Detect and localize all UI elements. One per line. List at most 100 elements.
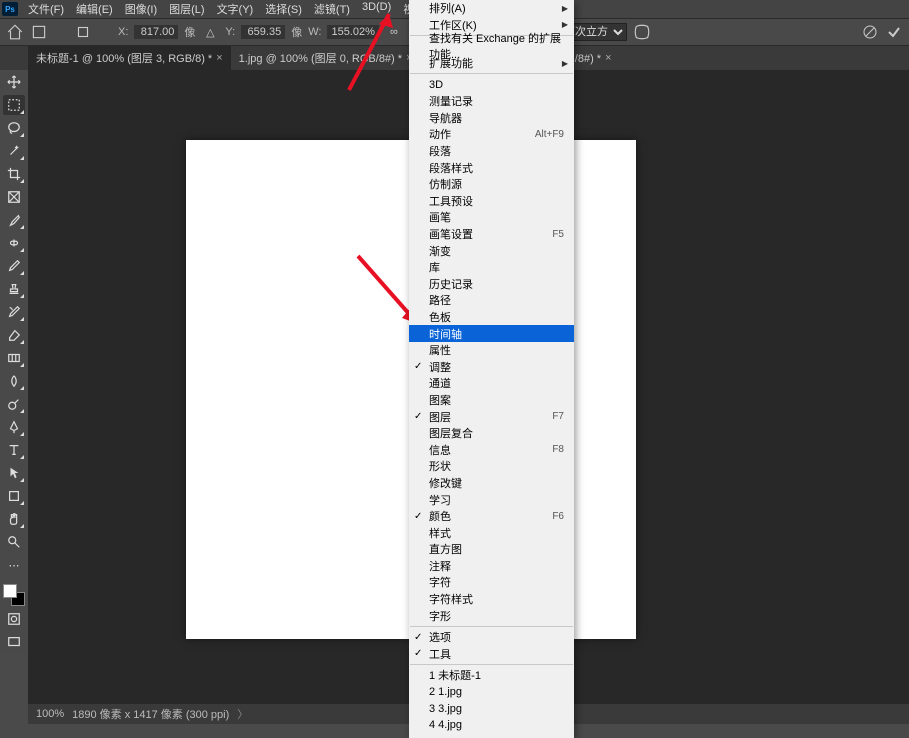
color-swatches[interactable] xyxy=(3,584,25,606)
menu-item[interactable]: 样式 xyxy=(409,524,574,541)
menu-item[interactable]: 注释 xyxy=(409,558,574,575)
menu-item[interactable]: 字符样式 xyxy=(409,591,574,608)
pen-tool-icon[interactable] xyxy=(3,417,25,437)
screenmode-icon[interactable] xyxy=(3,632,25,652)
menu-文字[interactable]: 文字(Y) xyxy=(211,0,260,19)
shape-tool-icon[interactable] xyxy=(3,486,25,506)
menu-item[interactable]: 直方图 xyxy=(409,541,574,558)
link-icon[interactable]: ∞ xyxy=(385,23,403,41)
history-brush-tool-icon[interactable] xyxy=(3,302,25,322)
menu-item[interactable]: 色板 xyxy=(409,309,574,326)
lasso-tool-icon[interactable] xyxy=(3,118,25,138)
menu-图层[interactable]: 图层(L) xyxy=(163,0,210,19)
y-field[interactable]: 659.35 xyxy=(241,25,285,39)
menu-item[interactable]: 属性 xyxy=(409,342,574,359)
move-tool-icon[interactable] xyxy=(3,72,25,92)
menu-item[interactable]: 时间轴 xyxy=(409,325,574,342)
x-field[interactable]: 817.00 xyxy=(134,25,178,39)
delta-icon[interactable]: △ xyxy=(201,23,219,41)
quickmask-icon[interactable] xyxy=(3,609,25,629)
menu-item[interactable]: ✓调整 xyxy=(409,358,574,375)
hand-tool-icon[interactable] xyxy=(3,509,25,529)
dodge-tool-icon[interactable] xyxy=(3,394,25,414)
stamp-tool-icon[interactable] xyxy=(3,279,25,299)
menu-item-label: 3 3.jpg xyxy=(429,703,462,715)
crop-tool-icon[interactable] xyxy=(3,164,25,184)
menu-item[interactable]: 库 xyxy=(409,259,574,276)
menu-item[interactable]: 画笔 xyxy=(409,209,574,226)
menu-item[interactable]: 扩展功能 xyxy=(409,55,574,72)
chevron-right-icon[interactable]: 〉 xyxy=(237,706,248,722)
crop-icon[interactable] xyxy=(30,23,48,41)
type-tool-icon[interactable] xyxy=(3,440,25,460)
menu-item[interactable]: 信息F8 xyxy=(409,441,574,458)
brush-tool-icon[interactable] xyxy=(3,256,25,276)
zoom-tool-icon[interactable] xyxy=(3,532,25,552)
menu-item[interactable]: ✓工具 xyxy=(409,646,574,663)
menu-item[interactable]: 3 3.jpg xyxy=(409,700,574,717)
menu-item[interactable]: 画笔设置F5 xyxy=(409,226,574,243)
square-icon[interactable] xyxy=(74,23,92,41)
cancel-icon[interactable] xyxy=(861,23,879,41)
blur-tool-icon[interactable] xyxy=(3,371,25,391)
menu-item-label: 排列(A) xyxy=(429,0,466,16)
menu-item[interactable]: 排列(A) xyxy=(409,0,574,17)
marquee-tool-icon[interactable] xyxy=(3,95,25,115)
fg-swatch[interactable] xyxy=(3,584,17,598)
menu-文件[interactable]: 文件(F) xyxy=(22,0,70,19)
doc-info[interactable]: 1890 像素 x 1417 像素 (300 ppi) xyxy=(72,706,229,722)
menu-图像[interactable]: 图像(I) xyxy=(119,0,163,19)
menu-item[interactable]: 通道 xyxy=(409,375,574,392)
menu-item-label: 信息 xyxy=(429,442,451,458)
more-tools-icon[interactable]: ⋯ xyxy=(3,555,25,575)
menu-item[interactable]: 1 未标题-1 xyxy=(409,667,574,684)
menu-item[interactable]: ✓选项 xyxy=(409,629,574,646)
menu-item[interactable]: ✓颜色F6 xyxy=(409,508,574,525)
w-field[interactable]: 155.02% xyxy=(327,25,378,39)
menu-item[interactable]: 历史记录 xyxy=(409,276,574,293)
menu-item[interactable]: 段落 xyxy=(409,143,574,160)
menu-3D[interactable]: 3D(D) xyxy=(356,0,397,19)
menu-item[interactable]: 路径 xyxy=(409,292,574,309)
heal-tool-icon[interactable] xyxy=(3,233,25,253)
menu-item[interactable]: 导航器 xyxy=(409,110,574,127)
menu-item-label: 工具预设 xyxy=(429,193,473,209)
menu-item[interactable]: 测量记录 xyxy=(409,93,574,110)
eyedropper-tool-icon[interactable] xyxy=(3,210,25,230)
path-select-tool-icon[interactable] xyxy=(3,463,25,483)
menu-item[interactable]: 字符 xyxy=(409,574,574,591)
menu-item[interactable]: 工具预设 xyxy=(409,193,574,210)
commit-icon[interactable] xyxy=(885,23,903,41)
zoom-level[interactable]: 100% xyxy=(36,708,64,720)
eraser-tool-icon[interactable] xyxy=(3,325,25,345)
menu-item[interactable]: 动作Alt+F9 xyxy=(409,126,574,143)
wand-tool-icon[interactable] xyxy=(3,141,25,161)
document-tab[interactable]: 1.jpg @ 100% (图层 0, RGB/8#) *× xyxy=(231,46,421,70)
menu-item[interactable]: 段落样式 xyxy=(409,159,574,176)
menu-item[interactable]: 图层复合 xyxy=(409,425,574,442)
menu-item-label: 画笔 xyxy=(429,209,451,225)
warp-icon[interactable] xyxy=(633,23,651,41)
home-icon[interactable] xyxy=(6,23,24,41)
menu-滤镜[interactable]: 滤镜(T) xyxy=(308,0,356,19)
menu-item[interactable]: 图案 xyxy=(409,392,574,409)
menu-item-label: 注释 xyxy=(429,558,451,574)
menu-item[interactable]: 4 4.jpg xyxy=(409,717,574,734)
menu-item[interactable]: 渐变 xyxy=(409,242,574,259)
menu-item[interactable]: ✓图层F7 xyxy=(409,408,574,425)
menu-编辑[interactable]: 编辑(E) xyxy=(70,0,119,19)
menu-item[interactable]: 查找有关 Exchange 的扩展功能... xyxy=(409,38,574,55)
menu-item[interactable]: 3D xyxy=(409,76,574,93)
close-icon[interactable]: × xyxy=(605,52,611,64)
menu-item[interactable]: 字形 xyxy=(409,607,574,624)
menu-item[interactable]: 仿制源 xyxy=(409,176,574,193)
menu-item[interactable]: 2 1.jpg xyxy=(409,684,574,701)
menu-item[interactable]: 形状 xyxy=(409,458,574,475)
document-tab[interactable]: 未标题-1 @ 100% (图层 3, RGB/8) *× xyxy=(28,46,231,70)
menu-选择[interactable]: 选择(S) xyxy=(259,0,308,19)
close-icon[interactable]: × xyxy=(216,52,222,64)
gradient-tool-icon[interactable] xyxy=(3,348,25,368)
menu-item[interactable]: 学习 xyxy=(409,491,574,508)
frame-tool-icon[interactable] xyxy=(3,187,25,207)
menu-item[interactable]: 修改键 xyxy=(409,475,574,492)
